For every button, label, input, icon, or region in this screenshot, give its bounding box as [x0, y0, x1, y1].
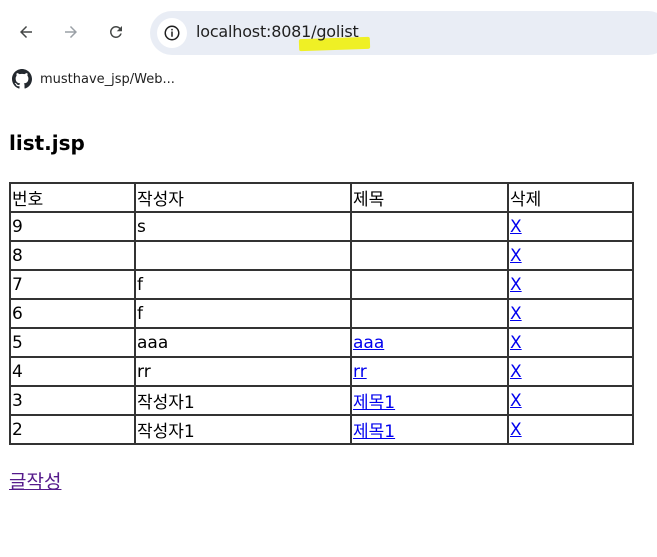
cell-writer	[135, 241, 351, 270]
cell-title: rr	[351, 357, 508, 386]
arrow-right-icon	[65, 26, 77, 38]
delete-link[interactable]: X	[510, 333, 522, 353]
cell-writer: 작성자1	[135, 415, 351, 444]
delete-link[interactable]: X	[510, 217, 522, 237]
cell-number: 7	[10, 270, 135, 299]
page-title: list.jsp	[9, 131, 85, 155]
cell-title: 제목1	[351, 386, 508, 415]
delete-link[interactable]: X	[510, 246, 522, 266]
cell-title	[351, 270, 508, 299]
site-info-button[interactable]	[157, 18, 187, 48]
title-link[interactable]: 제목1	[353, 422, 395, 442]
table-row: 5 aaa aaa X	[10, 328, 633, 357]
cell-writer: f	[135, 299, 351, 328]
table-header-row: 번호 작성자 제목 삭제	[10, 183, 633, 212]
delete-link[interactable]: X	[510, 304, 522, 324]
arrow-left-icon	[20, 26, 32, 38]
cell-number: 9	[10, 212, 135, 241]
delete-link[interactable]: X	[510, 391, 522, 411]
delete-link[interactable]: X	[510, 420, 522, 440]
header-writer: 작성자	[135, 183, 351, 212]
cell-delete: X	[508, 328, 633, 357]
cell-delete: X	[508, 270, 633, 299]
cell-writer: s	[135, 212, 351, 241]
table-row: 2 작성자1 제목1 X	[10, 415, 633, 444]
cell-number: 6	[10, 299, 135, 328]
cell-delete: X	[508, 241, 633, 270]
cell-title: aaa	[351, 328, 508, 357]
title-link[interactable]: 제목1	[353, 393, 395, 413]
cell-writer: rr	[135, 357, 351, 386]
github-icon	[12, 69, 32, 89]
bookmark-label: musthave_jsp/Web...	[40, 71, 175, 87]
header-title: 제목	[351, 183, 508, 212]
table-row: 9 s X	[10, 212, 633, 241]
cell-delete: X	[508, 212, 633, 241]
info-icon	[164, 25, 180, 41]
cell-delete: X	[508, 357, 633, 386]
back-button[interactable]	[12, 18, 40, 46]
cell-writer: 작성자1	[135, 386, 351, 415]
cell-number: 5	[10, 328, 135, 357]
header-delete: 삭제	[508, 183, 633, 212]
write-post-link[interactable]: 글작성	[9, 467, 61, 494]
address-bar[interactable]: localhost:8081/golist	[150, 11, 657, 55]
browser-toolbar: localhost:8081/golist	[0, 0, 657, 64]
cell-delete: X	[508, 299, 633, 328]
cell-number: 4	[10, 357, 135, 386]
reload-button[interactable]	[102, 18, 130, 46]
cell-title	[351, 241, 508, 270]
table-row: 3 작성자1 제목1 X	[10, 386, 633, 415]
header-number: 번호	[10, 183, 135, 212]
delete-link[interactable]: X	[510, 275, 522, 295]
cell-number: 8	[10, 241, 135, 270]
cell-delete: X	[508, 415, 633, 444]
title-link[interactable]: rr	[353, 362, 367, 382]
cell-writer: f	[135, 270, 351, 299]
cell-title	[351, 212, 508, 241]
table-row: 4 rr rr X	[10, 357, 633, 386]
bookmark-item[interactable]: musthave_jsp/Web...	[12, 67, 175, 91]
cell-title	[351, 299, 508, 328]
forward-button[interactable]	[57, 18, 85, 46]
url-text[interactable]: localhost:8081/golist	[196, 22, 359, 41]
cell-number: 3	[10, 386, 135, 415]
cell-title: 제목1	[351, 415, 508, 444]
cell-number: 2	[10, 415, 135, 444]
cell-delete: X	[508, 386, 633, 415]
table-row: 8 X	[10, 241, 633, 270]
cell-writer: aaa	[135, 328, 351, 357]
post-table: 번호 작성자 제목 삭제 9 s X 8 X 7 f X 6 f X 5 aaa…	[9, 182, 634, 445]
bookmarks-bar: musthave_jsp/Web...	[0, 64, 657, 94]
title-link[interactable]: aaa	[353, 333, 384, 353]
table-row: 6 f X	[10, 299, 633, 328]
table-row: 7 f X	[10, 270, 633, 299]
reload-icon	[109, 25, 122, 38]
delete-link[interactable]: X	[510, 362, 522, 382]
